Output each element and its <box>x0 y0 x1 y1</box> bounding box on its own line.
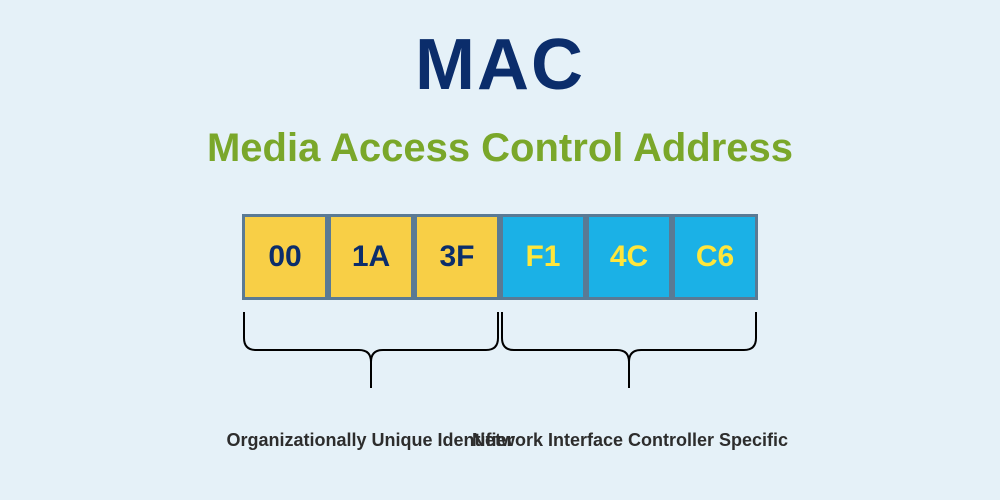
octet-row: 00 1A 3F F1 4C C6 <box>242 214 758 300</box>
octet-nic-0: F1 <box>500 214 586 300</box>
octet-oui-1: 1A <box>328 214 414 300</box>
octet-oui-0: 00 <box>242 214 328 300</box>
octet-nic-2: C6 <box>672 214 758 300</box>
brace-left-icon <box>242 310 500 390</box>
title: MAC <box>0 24 1000 106</box>
brace-right-icon <box>500 310 758 390</box>
octet-nic-1: 4C <box>586 214 672 300</box>
subtitle: Media Access Control Address <box>0 126 1000 171</box>
label-nic: Network Interface Controller Specific <box>460 430 800 451</box>
octet-oui-2: 3F <box>414 214 500 300</box>
